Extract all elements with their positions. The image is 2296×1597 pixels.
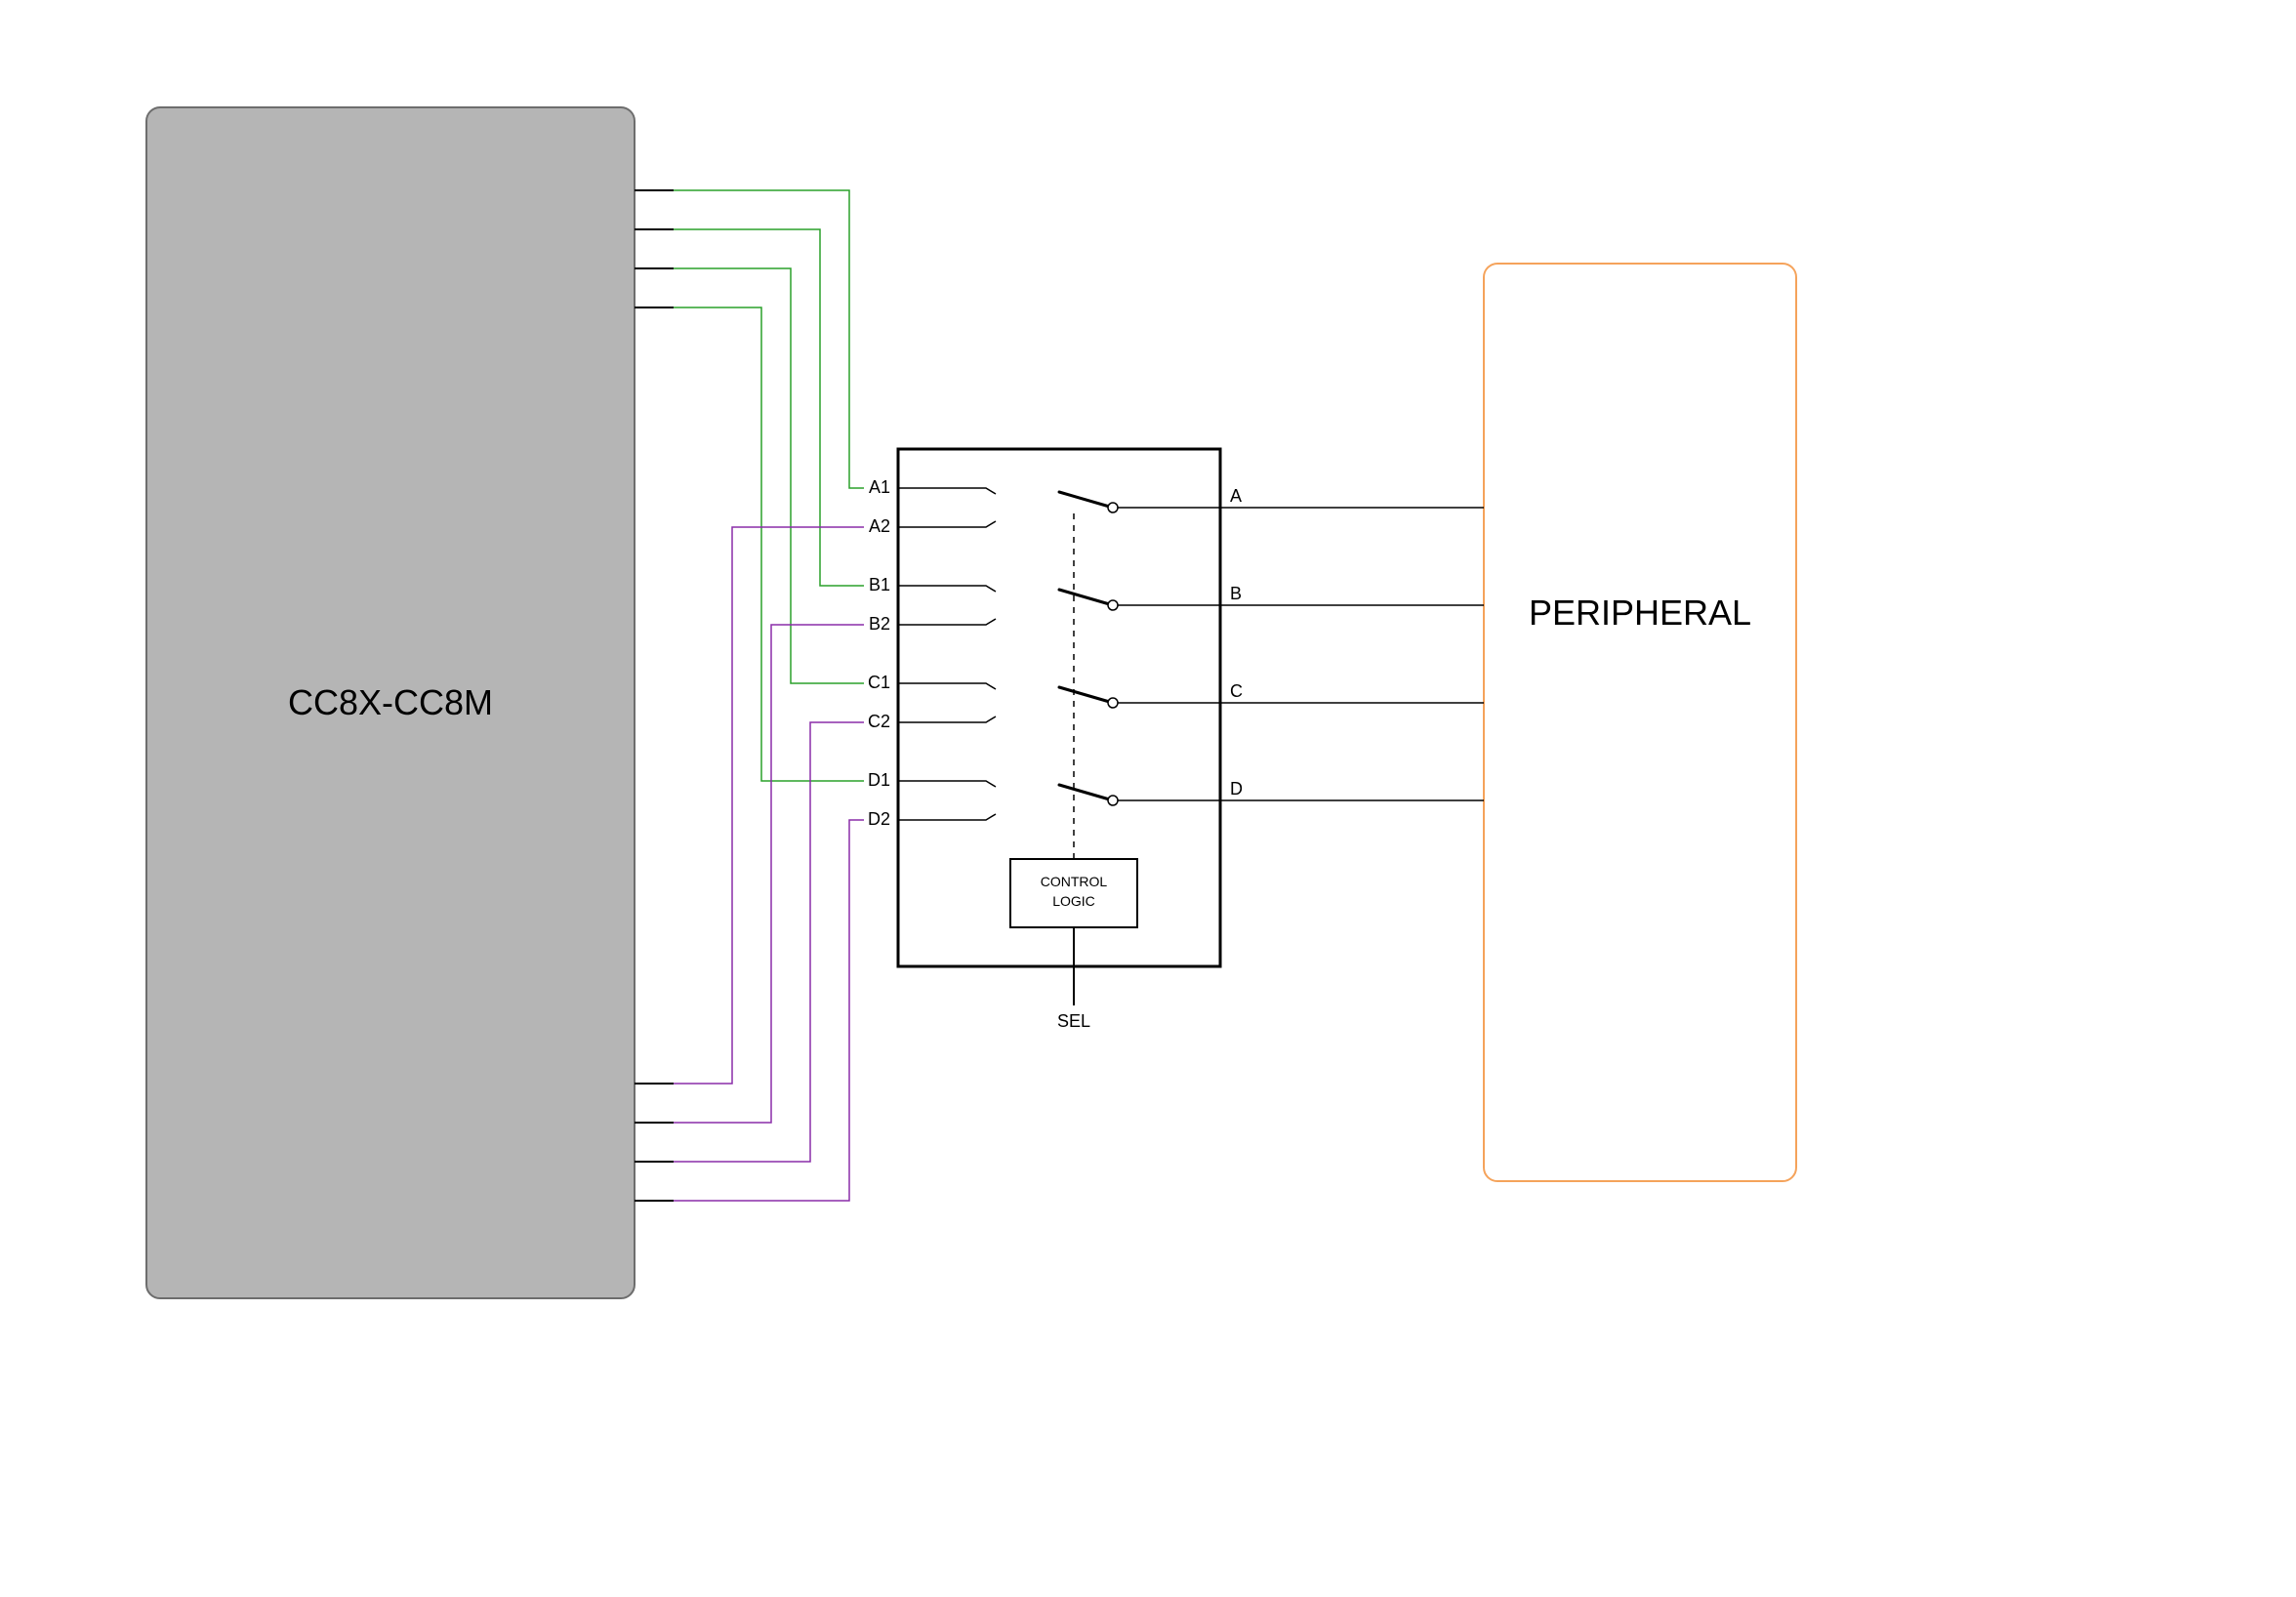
wire-green-2	[674, 268, 864, 683]
mux-in-stub-d2	[898, 814, 996, 820]
mux-in-stub-c1	[898, 683, 996, 689]
wire-green-0	[674, 190, 864, 488]
switch-arm-a	[1059, 492, 1113, 508]
wire-purple-3	[674, 820, 864, 1201]
wire-purple-0	[674, 527, 864, 1084]
switch-pivot-b	[1108, 600, 1118, 610]
mux-in-stub-a1	[898, 488, 996, 494]
processor-label: CC8X-CC8M	[288, 682, 493, 722]
peripheral-label: PERIPHERAL	[1529, 593, 1751, 633]
mux-out-label-a: A	[1230, 486, 1242, 506]
wire-purple-2	[674, 722, 864, 1162]
mux-in-label-b1: B1	[869, 575, 890, 594]
mux-out-label-c: C	[1230, 681, 1243, 701]
switch-arm-b	[1059, 590, 1113, 605]
mux-in-label-b2: B2	[869, 614, 890, 634]
mux-in-label-d2: D2	[868, 809, 890, 829]
mux-in-stub-b2	[898, 619, 996, 625]
control-logic-label-1: CONTROL	[1041, 874, 1108, 889]
mux-in-label-a2: A2	[869, 516, 890, 536]
mux-out-label-b: B	[1230, 584, 1242, 603]
control-logic-label-2: LOGIC	[1052, 893, 1095, 909]
mux-in-stub-c2	[898, 717, 996, 722]
mux-in-stub-a2	[898, 521, 996, 527]
mux-in-stub-b1	[898, 586, 996, 592]
mux-in-label-c1: C1	[868, 673, 890, 692]
wire-green-3	[674, 307, 864, 781]
mux-in-stub-d1	[898, 781, 996, 787]
switch-arm-d	[1059, 785, 1113, 800]
wire-purple-1	[674, 625, 864, 1123]
mux-in-label-a1: A1	[869, 477, 890, 497]
mux-in-label-c2: C2	[868, 712, 890, 731]
mux-in-label-d1: D1	[868, 770, 890, 790]
mux-out-label-d: D	[1230, 779, 1243, 798]
switch-pivot-a	[1108, 503, 1118, 512]
wire-green-1	[674, 229, 864, 586]
peripheral-block	[1484, 264, 1796, 1181]
sel-label: SEL	[1057, 1011, 1090, 1031]
switch-pivot-d	[1108, 796, 1118, 805]
switch-arm-c	[1059, 687, 1113, 703]
switch-pivot-c	[1108, 698, 1118, 708]
